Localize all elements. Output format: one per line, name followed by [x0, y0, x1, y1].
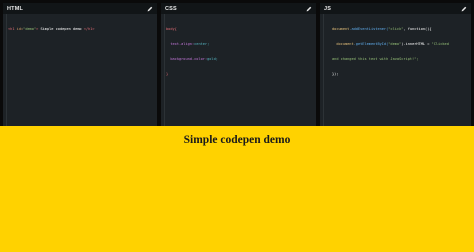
css-pane-title: CSS [165, 5, 177, 12]
demo-heading[interactable]: Simple codepen demo [0, 134, 474, 146]
html-pane-header: HTML [3, 3, 157, 14]
html-end-tag: </h1> [83, 27, 95, 31]
code-line: body{ [166, 27, 313, 32]
code-line: document.addEventListener("click", funct… [332, 27, 468, 32]
js-gutter [320, 14, 324, 126]
pencil-icon[interactable] [460, 5, 467, 12]
pencil-icon[interactable] [146, 5, 153, 12]
js-token: .getElementById( [353, 42, 389, 46]
code-line: and changed this text with JavaScript!"; [332, 57, 419, 61]
js-token: , function(){ [403, 27, 432, 31]
code-line: background-color:gold; [166, 57, 313, 62]
js-pane[interactable]: JS document.addEventListener("click", fu… [320, 3, 471, 126]
html-pane[interactable]: HTML <h1 id="demo"> Simple codepen demo … [3, 3, 157, 126]
result-preview[interactable]: Simple codepen demo [0, 126, 474, 252]
css-value: gold; [207, 57, 218, 61]
pencil-icon[interactable] [305, 5, 312, 12]
css-selector: body{ [166, 27, 177, 31]
js-editor[interactable]: document.addEventListener("click", funct… [320, 14, 471, 126]
code-line: } [166, 72, 313, 77]
js-string: "demo" [388, 42, 402, 46]
js-pane-header: JS [320, 3, 471, 14]
css-value: center; [194, 42, 210, 46]
js-string: "click" [388, 27, 404, 31]
code-line: <h1 id="demo"> Simple codepen demo </h1> [8, 27, 154, 32]
css-pane[interactable]: CSS body{ text-align:center; background-… [161, 3, 316, 126]
code-line: document.getElementById("demo").innerHTM… [332, 42, 468, 47]
html-editor[interactable]: <h1 id="demo"> Simple codepen demo </h1> [3, 14, 157, 126]
css-prop: text-align: [166, 42, 195, 46]
js-token: document [332, 27, 350, 31]
editor-panels: HTML <h1 id="demo"> Simple codepen demo … [0, 0, 474, 126]
html-gutter [3, 14, 7, 126]
html-text: Simple codepen demo [38, 27, 84, 31]
js-token: ).innerHTML = [401, 42, 432, 46]
css-close: } [166, 72, 169, 76]
html-attr: id= [14, 27, 24, 31]
css-gutter [161, 14, 165, 126]
css-prop: background-color: [166, 57, 208, 61]
js-pane-title: JS [324, 5, 332, 12]
js-string: "Clicked [431, 42, 449, 46]
css-pane-header: CSS [161, 3, 316, 14]
js-token: .addEventListener( [349, 27, 389, 31]
css-code[interactable]: body{ text-align:center; background-colo… [166, 17, 313, 87]
html-id-value: "demo" [23, 27, 37, 31]
html-pane-title: HTML [7, 5, 24, 12]
code-line: text-align:center; [166, 42, 313, 47]
html-code[interactable]: <h1 id="demo"> Simple codepen demo </h1> [8, 17, 154, 42]
css-editor[interactable]: body{ text-align:center; background-colo… [161, 14, 316, 126]
code-line: }); [332, 72, 339, 76]
js-token: document [332, 42, 354, 46]
js-code[interactable]: document.addEventListener("click", funct… [332, 17, 468, 87]
